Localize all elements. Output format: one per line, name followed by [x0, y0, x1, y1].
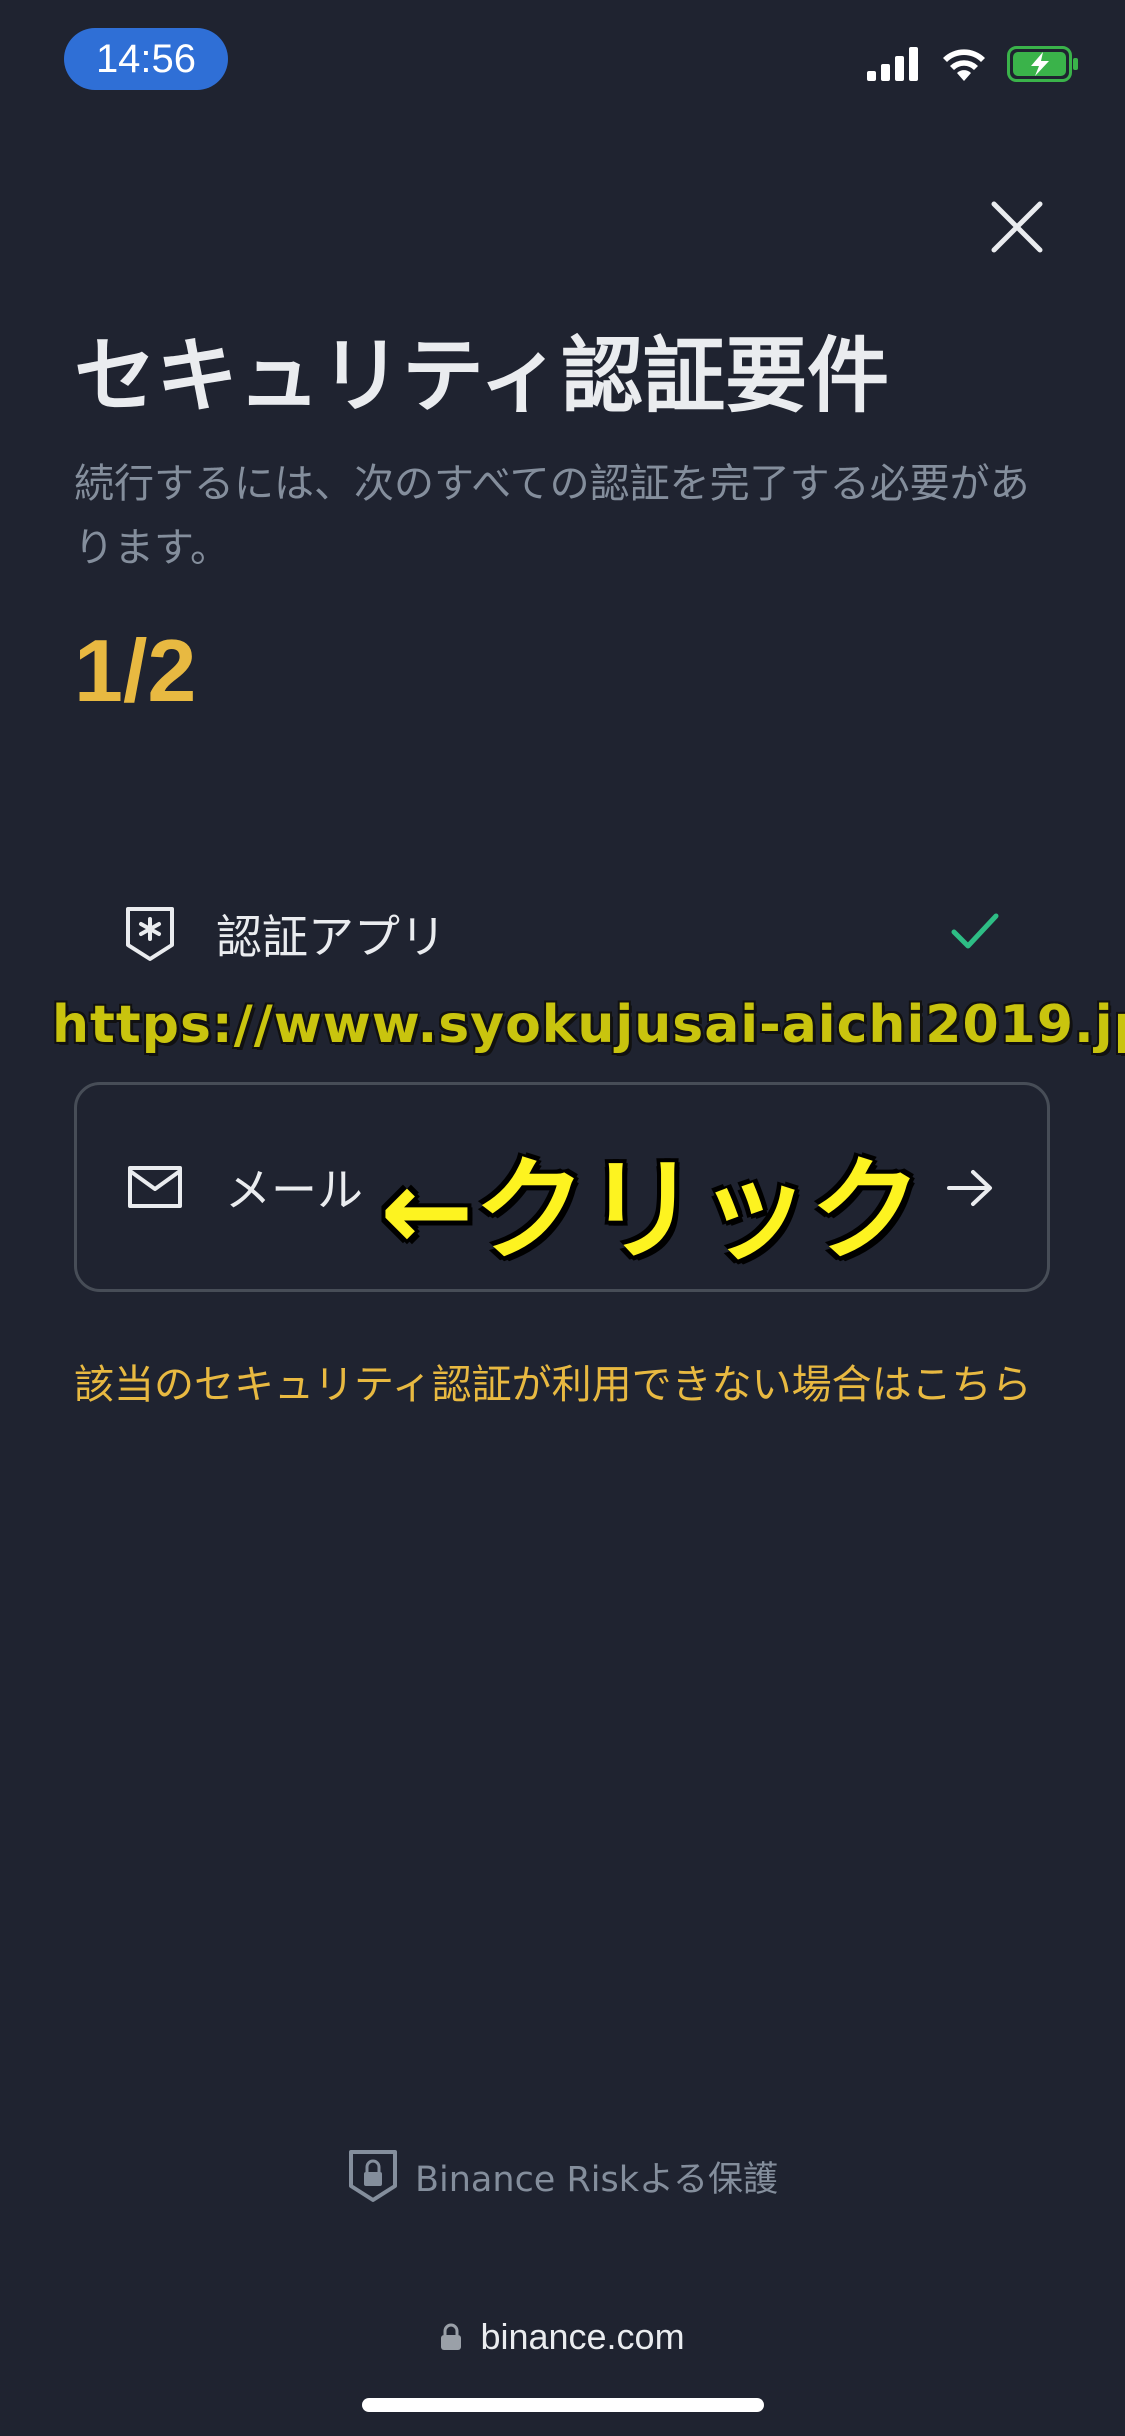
watermark-url: https://www.syokujusai-aichi2019.jp/ [52, 995, 1125, 1055]
method-authenticator-label: 認証アプリ [216, 910, 446, 964]
lock-shield-icon [349, 2150, 398, 2202]
lock-icon [441, 2323, 462, 2350]
mail-icon [128, 1166, 182, 1208]
battery-charging-icon [1007, 46, 1078, 82]
arrow-right-icon [947, 1170, 992, 1206]
close-icon[interactable] [988, 198, 1046, 256]
browser-url-bar[interactable]: binance.com [0, 2316, 1125, 2358]
page-title: セキュリティ認証要件 [74, 329, 890, 424]
method-authenticator-app: 認証アプリ [74, 880, 1050, 988]
status-icons [867, 46, 1081, 82]
verification-progress: 1/2 [74, 621, 197, 720]
signal-icon [867, 47, 918, 81]
home-indicator [362, 2398, 764, 2412]
risk-protection-notice: Binance Riskよる保護 [0, 2148, 1125, 2204]
status-time: 14:56 [64, 28, 228, 90]
unavailable-verification-link[interactable]: 該当のセキュリティ認証が利用できない場合はこちら [74, 1352, 1054, 1418]
status-bar: 14:56 [0, 0, 1125, 120]
browser-url: binance.com [480, 2316, 685, 2357]
authenticator-shield-icon [126, 907, 174, 961]
risk-protection-text: Binance Riskよる保護 [415, 2159, 778, 2200]
wifi-icon [943, 49, 985, 81]
checkmark-icon [951, 913, 999, 949]
page-subtitle: 続行するには、次のすべての認証を完了する必要があります。 [74, 461, 1030, 571]
method-email-label: メール [225, 1163, 363, 1217]
click-annotation: ←クリック [380, 1146, 922, 1276]
